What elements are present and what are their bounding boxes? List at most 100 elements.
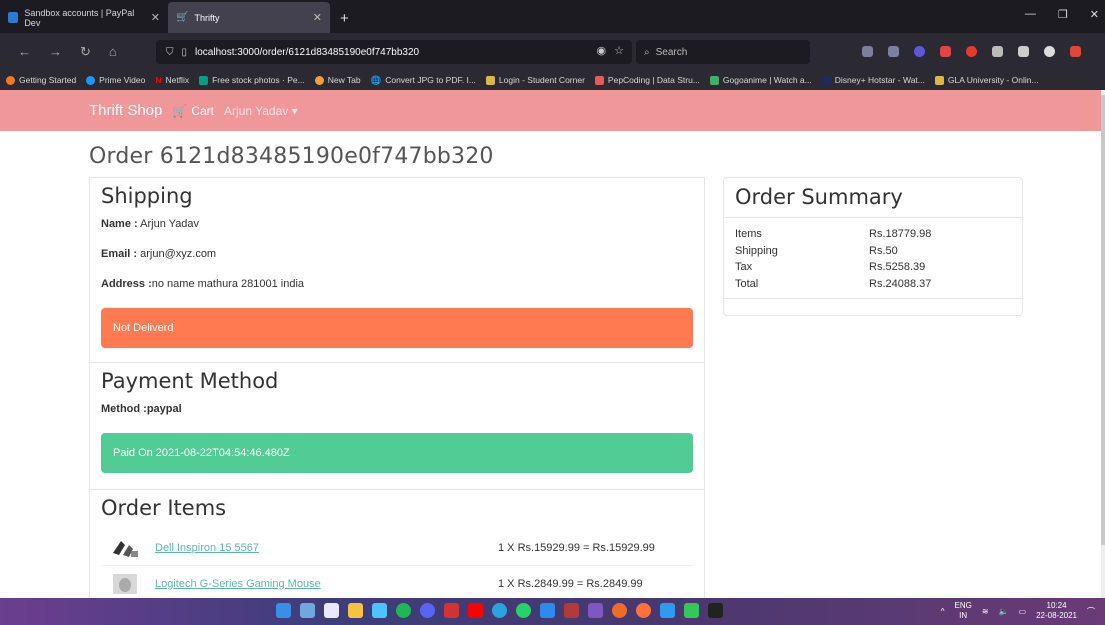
item-link[interactable]: Logitech G-Series Gaming Mouse — [155, 578, 498, 590]
extension-v-icon[interactable] — [914, 46, 925, 57]
file-explorer-icon[interactable] — [348, 603, 363, 618]
shield-icon: ⛉ — [166, 46, 174, 58]
summary-value: Rs.18779.98 — [869, 228, 932, 240]
battery-icon[interactable]: ▭ — [1019, 607, 1027, 616]
netflix-icon: N — [155, 75, 162, 85]
bookmark-item[interactable]: Disney+ Hotstar - Wat... — [821, 75, 925, 85]
mail-icon[interactable] — [372, 603, 387, 618]
user-dropdown[interactable]: Arjun Yadav ▾ — [224, 104, 298, 118]
bookmark-star-icon[interactable]: ☆ — [614, 44, 624, 57]
browser-tab-thrifty[interactable]: 🛒 Thrifty ✕ — [168, 2, 330, 33]
user-label: Arjun Yadav — [224, 103, 289, 118]
whatsapp-icon[interactable] — [516, 603, 531, 618]
summary-row-tax: Tax Rs.5258.39 — [735, 259, 1011, 276]
opera-icon[interactable] — [612, 603, 627, 618]
page-scrollbar[interactable] — [1101, 90, 1105, 598]
region-label: IN — [959, 611, 968, 620]
shipping-name: Name : Arjun Yadav — [101, 218, 693, 230]
extension-icon[interactable]: ◉ — [597, 44, 607, 57]
extension-box-icon[interactable] — [1070, 46, 1081, 57]
bookmark-label: New Tab — [327, 75, 361, 85]
browser-tab-paypal[interactable]: Sandbox accounts | PayPal Dev ✕ — [0, 2, 168, 33]
tray-expand-icon[interactable]: ^ — [941, 607, 945, 616]
notification-icon[interactable]: ⌒ — [1087, 606, 1095, 617]
volume-icon[interactable]: 🔈 — [999, 607, 1009, 616]
close-tab-icon[interactable]: ✕ — [313, 11, 322, 24]
item-price-calc: 1 X Rs.2849.99 = Rs.2849.99 — [498, 577, 643, 590]
web-page: Thrift Shop 🛒 Cart Arjun Yadav ▾ Order 6… — [0, 90, 1105, 598]
game-icon[interactable] — [564, 603, 579, 618]
caret-down-icon: ▾ — [291, 103, 298, 118]
gogoanime-icon — [709, 75, 719, 85]
cart-link[interactable]: 🛒 Cart — [172, 104, 214, 118]
extension-red-icon[interactable] — [966, 46, 977, 57]
extension-badge-icon[interactable] — [940, 46, 951, 57]
telegram-icon[interactable] — [492, 603, 507, 618]
order-details: Shipping Name : Arjun Yadav Email : arju… — [89, 177, 705, 598]
lang-label: ENG — [954, 601, 972, 610]
new-tab-button[interactable]: + — [330, 10, 359, 33]
bookmark-item[interactable]: 🌐 Convert JPG to PDF. I... — [371, 75, 476, 86]
field-label: Address : — [101, 278, 152, 290]
search-input[interactable]: ⌕ Search — [636, 40, 810, 64]
window-controls: — ❐ ✕ — [1025, 8, 1099, 21]
forward-icon[interactable]: → — [49, 44, 62, 60]
search-taskbar-icon[interactable] — [300, 603, 315, 618]
globe-icon: 🌐 — [370, 74, 382, 85]
extension-hat-icon[interactable] — [992, 46, 1003, 57]
extension-square-icon[interactable] — [1018, 46, 1029, 57]
close-tab-icon[interactable]: ✕ — [151, 11, 160, 24]
spotify-icon[interactable] — [396, 603, 411, 618]
school-icon — [485, 75, 495, 85]
minimize-icon[interactable]: — — [1025, 8, 1036, 21]
wifi-icon[interactable]: ≋ — [982, 607, 989, 616]
app-navbar: Thrift Shop 🛒 Cart Arjun Yadav ▾ — [0, 90, 1105, 131]
url-bar[interactable]: ⛉ ▯ localhost:3000/order/6121d83485190e0… — [156, 40, 632, 64]
restore-icon[interactable]: ❐ — [1058, 8, 1068, 21]
language-indicator[interactable]: ENG IN — [955, 601, 972, 621]
bookmark-item[interactable]: GLA University - Onlin... — [934, 75, 1039, 85]
discord-icon[interactable] — [420, 603, 435, 618]
payment-status-alert: Paid On 2021-08-22T04:54:46.480Z — [101, 433, 693, 473]
reload-icon[interactable]: ↻ — [80, 44, 91, 60]
mouse-thumbnail-icon — [113, 573, 137, 594]
firefox-taskbar-icon[interactable] — [636, 603, 651, 618]
tab-label: Thrifty — [194, 12, 220, 23]
bookmark-item[interactable]: PepCoding | Data Stru... — [594, 75, 700, 85]
chat-icon[interactable] — [684, 603, 699, 618]
bookmark-item[interactable]: Prime Video — [86, 75, 145, 85]
close-window-icon[interactable]: ✕ — [1090, 8, 1099, 21]
tab-label: Sandbox accounts | PayPal Dev — [24, 7, 135, 28]
start-icon[interactable] — [276, 603, 291, 618]
field-value: paypal — [146, 403, 182, 415]
extension-circle-icon[interactable] — [1044, 46, 1055, 57]
bookmark-item[interactable]: Getting Started — [6, 75, 76, 85]
bookmark-item[interactable]: Gogoanime | Watch a... — [709, 75, 812, 85]
pepcoding-icon — [594, 75, 604, 85]
bookmark-item[interactable]: N Netflix — [155, 75, 189, 85]
taskbar-apps — [276, 603, 723, 618]
brand-link[interactable]: Thrift Shop — [89, 102, 162, 119]
task-view-icon[interactable] — [324, 603, 339, 618]
bookmark-item[interactable]: New Tab — [314, 75, 361, 85]
pocket-icon[interactable] — [862, 46, 873, 57]
library-icon[interactable] — [888, 46, 899, 57]
valorant-icon[interactable] — [444, 603, 459, 618]
scrollbar-thumb[interactable] — [1101, 95, 1105, 545]
app-icon[interactable] — [540, 603, 555, 618]
cart-icon: 🛒 — [172, 103, 188, 118]
app-purple-icon[interactable] — [588, 603, 603, 618]
bookmark-item[interactable]: Free stock photos · Pe... — [199, 75, 305, 85]
bookmark-label: Gogoanime | Watch a... — [722, 75, 812, 85]
clock[interactable]: 10:24 22-08-2021 — [1036, 601, 1077, 621]
item-link[interactable]: Dell Inspiron 15 5567 — [155, 542, 498, 554]
page-title: Order 6121d83485190e0f747bb320 — [89, 144, 494, 169]
youtube-icon[interactable] — [468, 603, 483, 618]
vscode-icon[interactable] — [660, 603, 675, 618]
bookmark-label: Disney+ Hotstar - Wat... — [834, 75, 925, 85]
terminal-icon[interactable] — [708, 603, 723, 618]
back-icon[interactable]: ← — [18, 44, 31, 60]
bookmark-item[interactable]: Login - Student Corner — [485, 75, 585, 85]
field-value: Arjun Yadav — [137, 218, 200, 230]
home-icon[interactable]: ⌂ — [109, 44, 117, 60]
